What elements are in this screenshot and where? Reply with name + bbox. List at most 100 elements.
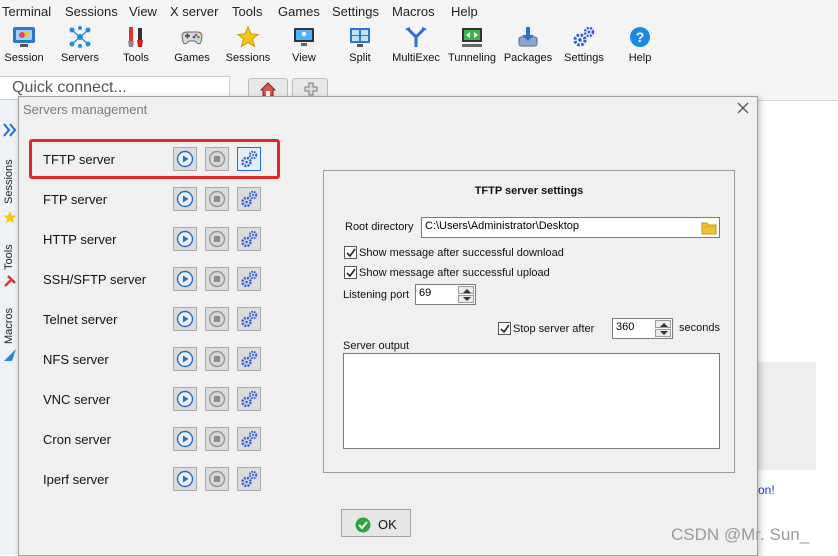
server-settings-button[interactable] xyxy=(237,467,261,491)
background-link-fragment[interactable]: on! xyxy=(758,483,775,497)
toolbar-tools-button[interactable]: Tools xyxy=(108,22,164,72)
side-tab-macros[interactable]: Macros xyxy=(0,302,19,346)
stop-decrement-button[interactable] xyxy=(655,329,671,337)
svg-text:?: ? xyxy=(636,29,645,45)
stop-icon xyxy=(208,150,226,168)
play-icon xyxy=(176,470,194,488)
checkmark-icon xyxy=(500,324,510,334)
server-row[interactable]: FTP server xyxy=(19,185,309,215)
server-settings-button[interactable] xyxy=(237,427,261,451)
start-server-button[interactable] xyxy=(173,187,197,211)
menu-tools[interactable]: Tools xyxy=(232,4,262,19)
start-server-button[interactable] xyxy=(173,467,197,491)
start-server-button[interactable] xyxy=(173,307,197,331)
server-name[interactable]: HTTP server xyxy=(43,232,116,247)
stop-server-button[interactable] xyxy=(205,307,229,331)
server-row[interactable]: SSH/SFTP server xyxy=(19,265,309,295)
server-row[interactable]: Iperf server xyxy=(19,465,309,495)
server-settings-button[interactable] xyxy=(237,147,261,171)
root-directory-input[interactable] xyxy=(422,218,695,232)
menu-help[interactable]: Help xyxy=(451,4,478,19)
arrow-down-icon xyxy=(463,297,471,301)
start-server-button[interactable] xyxy=(173,347,197,371)
main-toolbar: Session Servers Tools Games Sessions Vie… xyxy=(0,22,838,72)
stop-icon xyxy=(208,190,226,208)
show-download-checkbox[interactable] xyxy=(344,246,357,259)
stop-server-button[interactable] xyxy=(205,147,229,171)
server-settings-button[interactable] xyxy=(237,307,261,331)
side-tab-sessions[interactable]: Sessions xyxy=(0,152,19,208)
start-server-button[interactable] xyxy=(173,147,197,171)
start-server-button[interactable] xyxy=(173,267,197,291)
stop-after-spinner xyxy=(612,318,673,339)
toolbar-games-button[interactable]: Games xyxy=(164,22,220,72)
quick-connect-input[interactable] xyxy=(0,77,232,97)
show-upload-checkbox[interactable] xyxy=(344,266,357,279)
server-name[interactable]: VNC server xyxy=(43,392,110,407)
menu-sessions[interactable]: Sessions xyxy=(65,4,118,19)
side-tab-tools[interactable]: Tools xyxy=(0,238,19,272)
server-name[interactable]: Cron server xyxy=(43,432,111,447)
toolbar-view-button[interactable]: View xyxy=(276,22,332,72)
gear-icon xyxy=(241,190,258,208)
stop-after-input[interactable] xyxy=(613,319,652,333)
server-settings-button[interactable] xyxy=(237,227,261,251)
expand-chevron-icon[interactable] xyxy=(2,122,18,138)
server-settings-button[interactable] xyxy=(237,387,261,411)
toolbar-help-button[interactable]: ? Help xyxy=(612,22,668,72)
menu-settings[interactable]: Settings xyxy=(332,4,379,19)
server-row[interactable]: VNC server xyxy=(19,385,309,415)
port-increment-button[interactable] xyxy=(458,286,474,294)
server-row[interactable]: TFTP server xyxy=(19,145,309,175)
server-name[interactable]: NFS server xyxy=(43,352,109,367)
server-output-area[interactable] xyxy=(343,353,720,449)
stop-server-button[interactable] xyxy=(205,227,229,251)
toolbar-multiexec-button[interactable]: MultiExec xyxy=(388,22,444,72)
stop-server-checkbox[interactable] xyxy=(498,322,511,335)
toolbar-session-button[interactable]: Session xyxy=(0,22,52,72)
stop-server-button[interactable] xyxy=(205,387,229,411)
start-server-button[interactable] xyxy=(173,427,197,451)
menu-macros[interactable]: Macros xyxy=(392,4,435,19)
seconds-label: seconds xyxy=(679,322,720,334)
toolbar-packages-button[interactable]: Packages xyxy=(500,22,556,72)
server-row[interactable]: Telnet server xyxy=(19,305,309,335)
server-settings-button[interactable] xyxy=(237,267,261,291)
server-row[interactable]: NFS server xyxy=(19,345,309,375)
toolbar-servers-button[interactable]: Servers xyxy=(52,22,108,72)
stop-server-button[interactable] xyxy=(205,427,229,451)
server-name[interactable]: TFTP server xyxy=(43,152,115,167)
start-server-button[interactable] xyxy=(173,387,197,411)
close-icon[interactable] xyxy=(736,101,750,115)
ok-button[interactable]: OK xyxy=(341,509,411,537)
folder-icon[interactable] xyxy=(701,220,717,235)
side-panel-strip: Sessions Tools Macros xyxy=(0,100,20,555)
stop-server-button[interactable] xyxy=(205,267,229,291)
server-row[interactable]: Cron server xyxy=(19,425,309,455)
stop-server-button[interactable] xyxy=(205,347,229,371)
stop-increment-button[interactable] xyxy=(655,320,671,328)
listening-port-input[interactable] xyxy=(416,285,455,299)
server-settings-button[interactable] xyxy=(237,187,261,211)
toolbar-sessions-button[interactable]: Sessions xyxy=(220,22,276,72)
stop-server-button[interactable] xyxy=(205,187,229,211)
server-name[interactable]: SSH/SFTP server xyxy=(43,272,146,287)
tunneling-icon xyxy=(462,28,482,47)
start-server-button[interactable] xyxy=(173,227,197,251)
port-decrement-button[interactable] xyxy=(458,295,474,303)
menu-x-server[interactable]: X server xyxy=(170,4,218,19)
play-icon xyxy=(176,390,194,408)
stop-server-button[interactable] xyxy=(205,467,229,491)
gear-icon xyxy=(241,230,258,248)
menu-games[interactable]: Games xyxy=(278,4,320,19)
menu-view[interactable]: View xyxy=(129,4,157,19)
toolbar-settings-button[interactable]: Settings xyxy=(556,22,612,72)
toolbar-tunneling-button[interactable]: Tunneling xyxy=(444,22,500,72)
server-name[interactable]: Telnet server xyxy=(43,312,117,327)
server-row[interactable]: HTTP server xyxy=(19,225,309,255)
toolbar-split-button[interactable]: Split xyxy=(332,22,388,72)
menu-terminal[interactable]: Terminal xyxy=(2,4,51,19)
server-name[interactable]: Iperf server xyxy=(43,472,109,487)
server-settings-button[interactable] xyxy=(237,347,261,371)
server-name[interactable]: FTP server xyxy=(43,192,107,207)
